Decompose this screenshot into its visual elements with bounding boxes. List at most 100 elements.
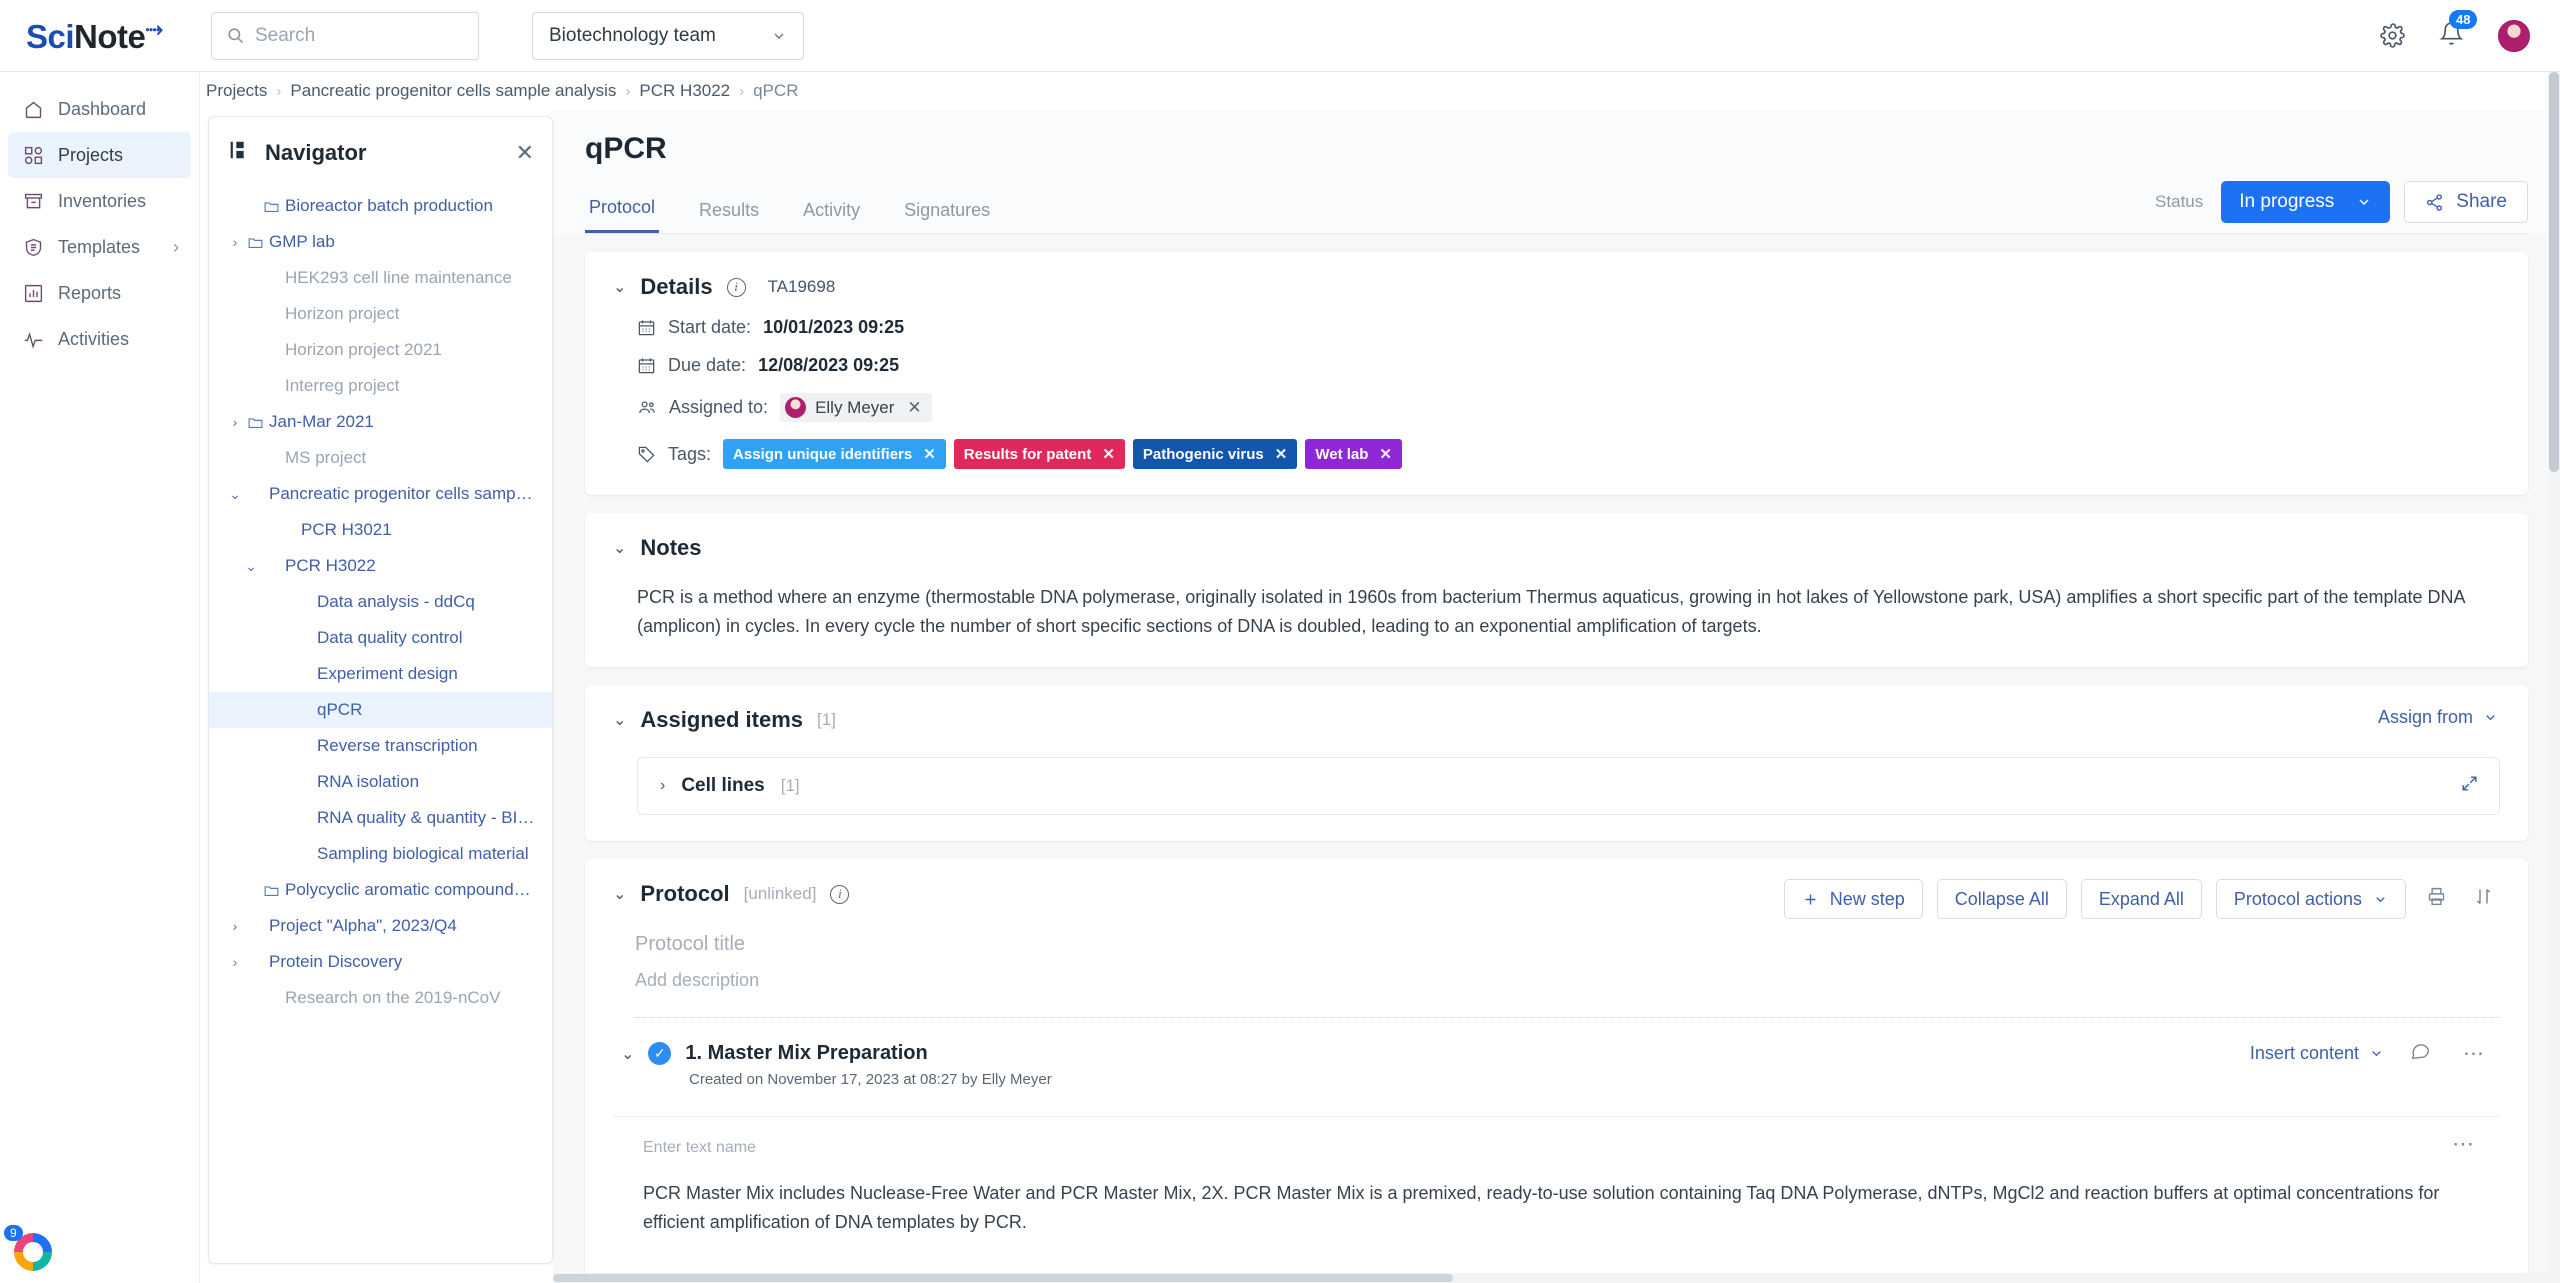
chevron-down-icon[interactable]: ⌄ [613,277,626,297]
step-text-name-input[interactable]: Enter text name [643,1139,2500,1157]
navigator-tree-item[interactable]: ⌄ Pancreatic progenitor cells sample anal… [209,476,552,512]
sidebar-item-inventories[interactable]: Inventories [8,178,191,224]
chevron-down-icon[interactable]: ⌄ [613,538,626,558]
navigator-tree-item[interactable]: HEK293 cell line maintenance [209,260,552,296]
remove-tag-icon[interactable]: ✕ [923,445,936,463]
kebab-icon[interactable]: ⋯ [2452,1131,2474,1157]
scrollbar-thumb[interactable] [553,1274,1453,1282]
tag-chip[interactable]: Results for patent ✕ [953,439,1125,469]
tab-bar: Protocol Results Activity Signatures Sta… [585,181,2528,234]
navigator-tree-item[interactable]: qPCR [209,692,552,728]
team-select[interactable]: Biotechnology team [532,11,804,60]
navigator-tree-item[interactable]: PCR H3021 [209,512,552,548]
comment-icon[interactable] [2404,1040,2437,1067]
navigator-tree-item[interactable]: Research on the 2019-nCoV [209,980,552,1016]
navigator-tree-item[interactable]: › Jan-Mar 2021 [209,404,552,440]
navigator-tree-item[interactable]: Bioreactor batch production [209,188,552,224]
chevron-right-icon[interactable]: › [223,414,247,430]
chevron-down-icon[interactable]: ⌄ [239,558,263,575]
sidebar-item-projects[interactable]: Projects [8,132,191,178]
scrollbar-thumb[interactable] [2549,72,2559,472]
notes-body[interactable]: PCR is a method where an enzyme (thermos… [613,583,2483,641]
protocol-title-input[interactable]: Protocol title [635,933,2500,956]
remove-assignee-icon[interactable]: ✕ [907,398,921,418]
tab-results[interactable]: Results [695,200,763,233]
tab-signatures[interactable]: Signatures [900,200,994,233]
status-dropdown[interactable]: In progress [2221,181,2391,223]
navigator-tree-item[interactable]: › Project "Alpha", 2023/Q4 [209,908,552,944]
navigator-tree-item[interactable]: Horizon project [209,296,552,332]
close-icon[interactable]: ✕ [516,140,534,166]
navigator-tree-item[interactable]: RNA quality & quantity - BIOANA... [209,800,552,836]
notifications-button[interactable]: 48 [2439,9,2478,51]
chevron-down-icon[interactable]: ⌄ [621,1044,634,1064]
sidebar-item-reports[interactable]: Reports [8,270,191,316]
navigator-tree-item[interactable]: Reverse transcription [209,728,552,764]
breadcrumb-item[interactable]: Projects [206,81,267,101]
remove-tag-icon[interactable]: ✕ [1275,445,1288,463]
assignee-chip[interactable]: Elly Meyer ✕ [780,393,932,422]
navigator-tree-item[interactable]: Interreg project [209,368,552,404]
chevron-right-icon[interactable]: › [223,918,247,934]
collapse-all-button[interactable]: Collapse All [1936,879,2067,920]
step-complete-checkbox[interactable]: ✓ [648,1042,672,1066]
insert-content-dropdown[interactable]: Insert content [2250,1043,2384,1064]
chevron-down-icon[interactable]: ⌄ [613,884,626,904]
print-icon[interactable] [2420,886,2453,913]
protocol-actions-dropdown[interactable]: Protocol actions [2215,879,2406,920]
step-text-body[interactable]: PCR Master Mix includes Nuclease-Free Wa… [643,1179,2443,1237]
tag-chip[interactable]: Wet lab ✕ [1305,439,1402,469]
vertical-scrollbar[interactable] [2548,72,2560,1283]
navigator-tree-item[interactable]: Data quality control [209,620,552,656]
new-step-label: New step [1829,888,1905,909]
share-button[interactable]: Share [2404,181,2528,223]
tag-label: Assign unique identifiers [733,445,913,463]
tab-protocol[interactable]: Protocol [585,197,660,233]
chevron-down-icon[interactable]: ⌄ [613,710,626,730]
navigator-tree-item[interactable]: Data analysis - ddCq [209,584,552,620]
gear-icon[interactable] [2380,23,2405,48]
chevron-down-icon[interactable]: ⌄ [223,486,247,503]
info-icon[interactable]: i [830,884,850,904]
navigator-tree-item[interactable]: Polycyclic aromatic compounds (PA... [209,872,552,908]
avatar[interactable] [2498,19,2530,52]
remove-tag-icon[interactable]: ✕ [1379,445,1392,463]
navigator-tree-item[interactable]: RNA isolation [209,764,552,800]
expand-icon[interactable] [2460,774,2479,799]
sidebar-item-dashboard[interactable]: Dashboard [8,86,191,132]
navigator-tree-item[interactable]: MS project [209,440,552,476]
new-step-button[interactable]: New step [1783,879,1923,920]
chevron-right-icon[interactable]: › [223,234,247,250]
breadcrumb-item[interactable]: PCR H3022 [639,81,730,101]
chevron-right-icon[interactable]: › [223,954,247,970]
logo-sci: Sci [26,17,75,55]
assign-from-dropdown[interactable]: Assign from [2378,707,2498,728]
protocol-toolbar: New step Collapse All Expand All Protoco… [1783,879,2500,920]
tag-chip[interactable]: Pathogenic virus ✕ [1132,439,1298,469]
due-date-value[interactable]: 12/08/2023 09:25 [758,355,899,376]
start-date-value[interactable]: 10/01/2023 09:25 [763,317,904,338]
navigator-tree-item[interactable]: Horizon project 2021 [209,332,552,368]
navigator-tree-item[interactable]: › GMP lab [209,224,552,260]
expand-all-button[interactable]: Expand All [2080,879,2202,920]
app-logo[interactable]: SciNote⤑ [0,16,200,56]
info-icon[interactable]: i [726,277,746,297]
navigator-tree-item[interactable]: ⌄ PCR H3022 [209,548,552,584]
navigator-tree-item[interactable]: › Protein Discovery [209,944,552,980]
assigned-item-row[interactable]: › Cell lines [1] [637,757,2500,816]
search-input[interactable]: Search [211,11,479,60]
horizontal-scrollbar[interactable] [553,1273,2560,1283]
chevron-right-icon[interactable]: › [660,777,665,795]
tag-chip[interactable]: Assign unique identifiers ✕ [723,439,946,469]
sidebar-item-templates[interactable]: Templates › [8,224,191,270]
sort-icon[interactable] [2467,886,2500,913]
navigator-tree-item-label: PCR H3021 [301,520,392,539]
navigator-tree-item[interactable]: Sampling biological material [209,836,552,872]
remove-tag-icon[interactable]: ✕ [1102,445,1115,463]
tab-activity[interactable]: Activity [799,200,864,233]
navigator-tree-item[interactable]: Experiment design [209,656,552,692]
sidebar-item-activities[interactable]: Activities [8,316,191,362]
breadcrumb-item[interactable]: Pancreatic progenitor cells sample analy… [290,81,616,101]
more-icon[interactable]: ⋯ [2457,1041,2490,1066]
protocol-description-input[interactable]: Add description [635,970,2500,991]
